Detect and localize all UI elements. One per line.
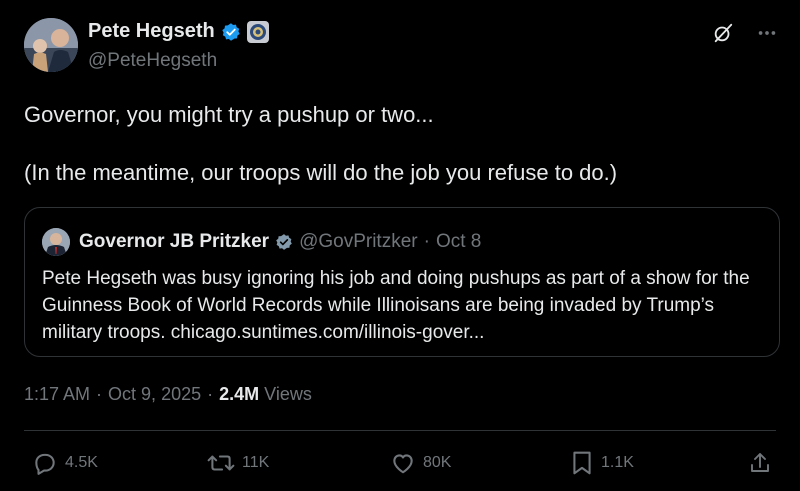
meta-separator-1: ·	[96, 384, 103, 404]
views-group[interactable]: 2.4M Views	[219, 384, 312, 405]
quoted-tweet[interactable]: Governor JB Pritzker @GovPritzker · Oct …	[24, 207, 780, 357]
heart-icon	[393, 454, 413, 474]
like-count: 80K	[423, 454, 452, 471]
more-icon[interactable]	[756, 22, 778, 44]
reply-button[interactable]: 4.5K	[32, 448, 98, 478]
quoted-avatar	[42, 228, 70, 256]
quoted-author-name: Governor JB Pritzker	[79, 231, 270, 252]
repost-count: 11K	[242, 454, 270, 471]
tweet-meta: 1:17 AM · Oct 9, 2025 · 2.4M Views	[24, 384, 312, 405]
quoted-date: Oct 8	[435, 231, 482, 252]
bookmark-count: 1.1K	[601, 454, 634, 471]
action-bar: 4.5K 11K 80K 1.1K	[0, 448, 800, 478]
verified-badge-icon	[222, 22, 240, 41]
grok-icon[interactable]	[712, 22, 734, 44]
reply-count: 4.5K	[65, 454, 98, 471]
avatar-image	[24, 18, 78, 72]
quoted-avatar-image	[42, 228, 70, 256]
bookmark-button[interactable]: 1.1K	[570, 448, 634, 478]
author-name[interactable]: Pete Hegseth	[88, 20, 215, 43]
tweet-line-1: Governor, you might try a pushup or two.…	[24, 102, 434, 127]
like-button[interactable]: 80K	[390, 448, 451, 478]
quoted-header: Governor JB Pritzker @GovPritzker · Oct …	[79, 231, 481, 253]
meta-separator-2: ·	[207, 384, 214, 404]
author-handle[interactable]: @PeteHegseth	[88, 50, 217, 72]
views-label: Views	[264, 384, 312, 404]
reply-icon	[35, 453, 55, 475]
quoted-verified-badge-icon	[276, 234, 292, 250]
tweet-line-2: (In the meantime, our troops will do the…	[24, 160, 618, 185]
divider	[24, 430, 776, 431]
share-icon	[751, 453, 769, 472]
views-count: 2.4M	[219, 384, 260, 404]
author-row: Pete Hegseth	[88, 20, 269, 43]
tweet-date[interactable]: Oct 9, 2025	[108, 384, 201, 405]
quoted-separator: ·	[423, 231, 430, 252]
tweet-text: Governor, you might try a pushup or two.…	[24, 100, 776, 187]
bookmark-icon	[573, 451, 591, 475]
tweet-time[interactable]: 1:17 AM	[24, 384, 90, 405]
repost-icon	[207, 455, 235, 471]
repost-button[interactable]: 11K	[207, 448, 269, 478]
avatar[interactable]	[24, 18, 78, 72]
header-actions	[712, 22, 778, 44]
share-button[interactable]	[748, 448, 772, 478]
quoted-text: Pete Hegseth was busy ignoring his job a…	[42, 268, 750, 343]
quoted-handle: @GovPritzker	[299, 231, 418, 252]
affiliation-badge-icon[interactable]	[246, 20, 269, 43]
